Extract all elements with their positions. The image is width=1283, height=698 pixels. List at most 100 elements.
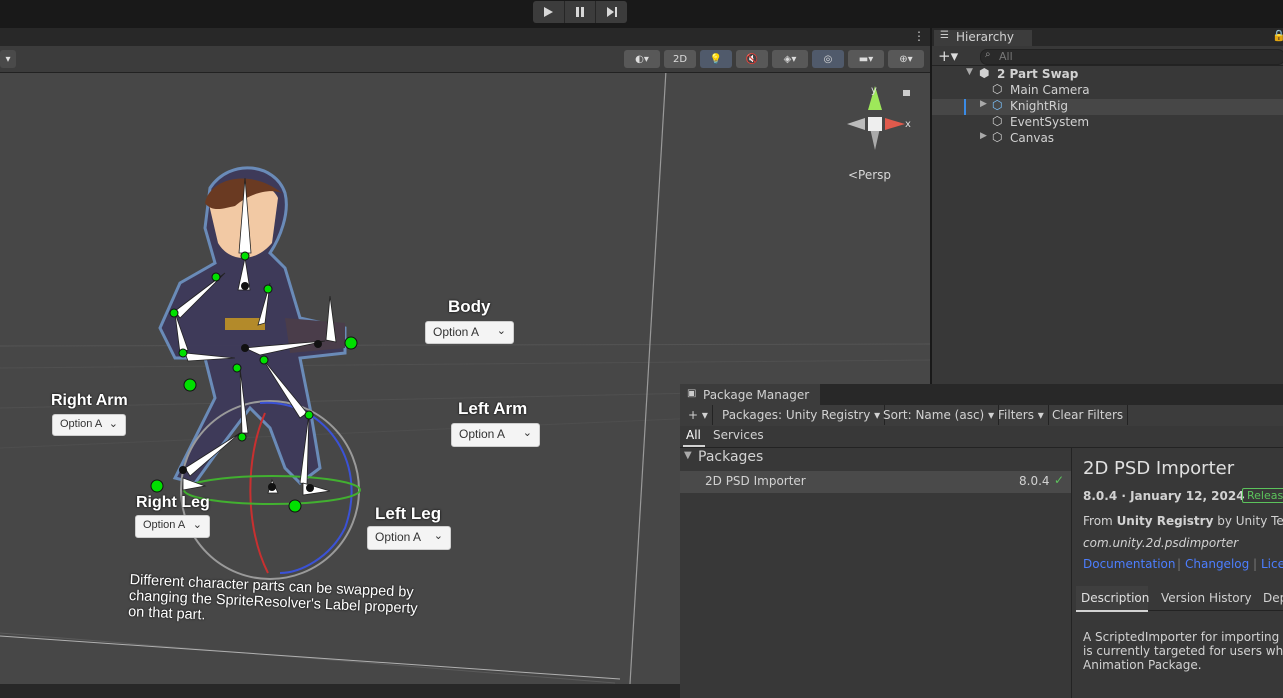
expand-arrow-icon[interactable]: ▼ [684, 450, 692, 461]
hierarchy-item-label: EventSystem [1010, 115, 1090, 129]
package-version: 8.0.4 [1019, 474, 1050, 488]
hierarchy-item[interactable]: ⬡ EventSystem [932, 114, 1283, 131]
installed-check-icon: ✓ [1054, 473, 1065, 487]
license-link[interactable]: Lice [1261, 557, 1283, 571]
add-object-button[interactable]: +▾ [938, 47, 958, 65]
sort-label: Sort: Name (asc) [883, 408, 985, 422]
left-leg-dropdown-value: Option A [375, 530, 422, 544]
left-leg-dropdown[interactable]: Option A ⌄ [367, 526, 451, 550]
link-separator: | [1253, 557, 1258, 571]
right-arm-dropdown-value: Option A [60, 418, 103, 430]
hierarchy-item[interactable]: ▶ ⬡ Canvas [932, 130, 1283, 147]
filters-dropdown[interactable]: Filters ▾ [994, 405, 1049, 425]
lock-icon[interactable]: 🔒 [1272, 29, 1283, 42]
right-arm-dropdown[interactable]: Option A ⌄ [52, 414, 126, 436]
expand-arrow-icon[interactable]: ▶ [980, 99, 987, 109]
right-arm-label: Right Arm [51, 392, 128, 409]
filters-label: Filters [998, 408, 1034, 422]
perspective-label[interactable]: <Persp [848, 168, 891, 182]
hierarchy-scene-row[interactable]: ▼ ⬢ 2 Part Swap [932, 66, 1283, 83]
package-manager-tab[interactable]: ▣ Package Manager [680, 384, 820, 406]
packages-source-dropdown[interactable]: Packages: Unity Registry ▾ [718, 405, 886, 425]
play-button[interactable] [533, 1, 565, 23]
more-options-icon[interactable]: ⋮ [913, 29, 925, 43]
character-sprite[interactable] [158, 166, 347, 485]
clear-filters-button[interactable]: Clear Filters [1048, 405, 1129, 425]
effects-dropdown[interactable]: ◈▾ [772, 50, 808, 68]
audio-toggle[interactable]: 🔇 [736, 50, 768, 68]
changelog-link[interactable]: Changelog [1185, 557, 1249, 571]
scene-name: 2 Part Swap [997, 67, 1079, 81]
search-icon: ⌕ [985, 49, 991, 60]
package-list-item[interactable]: 2D PSD Importer 8.0.4 ✓ [680, 471, 1071, 493]
package-icon: ▣ [687, 388, 697, 399]
step-button[interactable] [596, 1, 627, 23]
left-arm-dropdown-value: Option A [459, 427, 506, 441]
expand-arrow-icon[interactable]: ▶ [980, 131, 987, 141]
left-arm-dropdown[interactable]: Option A ⌄ [451, 423, 540, 447]
package-description: A ScriptedImporter for importing Ac is c… [1083, 630, 1283, 672]
gameobject-icon: ⬡ [992, 82, 1003, 96]
play-controls [533, 1, 627, 23]
play-icon [544, 7, 554, 17]
from-prefix: From [1083, 514, 1113, 528]
gizmo-x-label: x [905, 119, 911, 130]
camera-dropdown[interactable]: ▬▾ [848, 50, 884, 68]
package-source-line: From Unity Registry by Unity Techn [1083, 514, 1283, 528]
package-details: 2D PSD Importer 8.0.4 · January 12, 2024… [1072, 448, 1283, 698]
hierarchy-search-input[interactable]: ⌕ All [980, 49, 1283, 65]
tab-services[interactable]: Services [713, 428, 764, 442]
tool-dropdown[interactable]: ▾ [0, 50, 16, 68]
left-arm-label: Left Arm [458, 399, 528, 418]
scene-toolbar: ▾ ◐▾ 2D 💡 🔇 ◈▾ ◎ ▬▾ ⊕▾ [0, 46, 930, 73]
description-line: A ScriptedImporter for importing Ac [1083, 630, 1283, 644]
body-dropdown-value: Option A [433, 325, 480, 339]
gameobject-icon: ⬡ [992, 130, 1003, 144]
tab-dependencies[interactable]: Dep [1263, 591, 1283, 605]
description-line: Animation Package. [1083, 658, 1202, 672]
description-line: is currently targeted for users who v [1083, 644, 1283, 658]
2d-toggle[interactable]: 2D [664, 50, 696, 68]
chevron-down-icon: ⌄ [192, 519, 202, 531]
orientation-gizmo[interactable]: y x [847, 85, 911, 150]
chevron-down-icon: ▾ [5, 53, 11, 65]
right-leg-label: Right Leg [136, 494, 210, 511]
release-badge: Release [1242, 488, 1283, 503]
scene-visibility-toggle[interactable]: ◎ [812, 50, 844, 68]
sort-dropdown[interactable]: Sort: Name (asc) ▾ [879, 405, 1000, 425]
2d-label: 2D [672, 53, 688, 65]
documentation-link[interactable]: Documentation [1083, 557, 1176, 571]
hidden-eye-icon: ◎ [823, 53, 833, 65]
package-name: 2D PSD Importer [705, 474, 806, 488]
lightbulb-icon: 💡 [709, 53, 723, 65]
package-id: com.unity.2d.psdimporter [1083, 536, 1239, 550]
hierarchy-item-label: Canvas [1010, 131, 1055, 145]
gizmos-dropdown[interactable]: ⊕▾ [888, 50, 924, 68]
tab-version-history[interactable]: Version History [1161, 591, 1252, 605]
selection-marker [964, 99, 966, 115]
tab-all[interactable]: All [686, 428, 701, 442]
list-icon: ☰ [940, 30, 949, 41]
package-version-date: 8.0.4 · January 12, 2024 [1083, 489, 1245, 503]
pause-button[interactable] [565, 1, 597, 23]
scene-bottom-bar [0, 684, 680, 698]
gameobject-icon: ⬡ [992, 114, 1003, 128]
pause-icon [576, 7, 584, 17]
package-manager-tabs: All Services [680, 426, 1283, 448]
hierarchy-item[interactable]: ▶ ⬡ KnightRig [932, 98, 1283, 115]
expand-arrow-icon[interactable]: ▼ [966, 67, 973, 77]
clear-filters-label: Clear Filters [1052, 408, 1124, 422]
main-toolbar [0, 0, 1283, 27]
right-leg-dropdown[interactable]: Option A ⌄ [135, 515, 210, 538]
body-dropdown[interactable]: Option A ⌄ [425, 321, 514, 344]
lighting-toggle[interactable]: 💡 [700, 50, 732, 68]
hierarchy-tab-bar: ☰ Hierarchy 🔒 [932, 28, 1283, 46]
detail-tabs: Description Version History Dep [1076, 586, 1283, 612]
audio-mute-icon: 🔇 [745, 53, 759, 65]
hierarchy-item[interactable]: ⬡ Main Camera [932, 82, 1283, 99]
shading-mode-dropdown[interactable]: ◐▾ [624, 50, 660, 68]
scene-tab-bar: ⋮ [0, 28, 930, 46]
gizmo-y-label: y [871, 85, 877, 96]
add-package-button[interactable]: + ▾ [684, 405, 713, 425]
link-separator: | [1177, 557, 1182, 571]
